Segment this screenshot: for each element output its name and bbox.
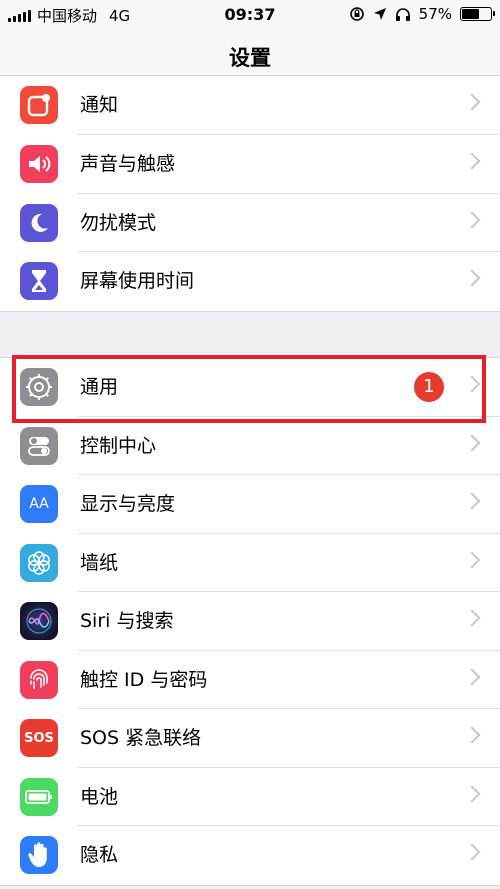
settings-row-label: 通用 (80, 376, 119, 398)
headphones-icon (395, 7, 410, 21)
settings-row-label: 隐私 (80, 844, 119, 866)
settings-row-privacy[interactable]: 隐私 (0, 826, 500, 885)
settings-row-siri-search[interactable]: Siri 与搜索 (0, 592, 500, 651)
chevron-right-icon (463, 551, 481, 568)
settings-group-1: 通知 声音与触感 勿扰模式 屏幕使用时间 (0, 75, 500, 312)
chevron-right-icon (463, 726, 481, 744)
sos-icon-glyph: SOS (24, 730, 54, 746)
page-title: 设置 (229, 46, 271, 70)
settings-row-label: SOS 紧急联络 (80, 727, 202, 749)
sos-icon: SOS (20, 719, 58, 757)
orientation-lock-icon (349, 7, 364, 21)
settings-row-emergency-sos[interactable]: SOS SOS 紧急联络 (0, 709, 500, 768)
chevron-right-icon (463, 609, 481, 627)
battery-percentage: 57% (418, 5, 452, 23)
chevron-right-icon (463, 211, 481, 228)
chevron-right-icon (463, 492, 481, 510)
settings-row-notifications[interactable]: 通知 (0, 76, 500, 135)
settings-group-2: 通用 1 控制中心 AA 显示与亮度 墙纸 Siri 与搜索 触控 ID 与密码… (0, 357, 500, 886)
chevron-right-icon (463, 375, 481, 393)
speaker-icon (20, 145, 58, 183)
hourglass-icon (20, 262, 58, 300)
fingerprint-icon (20, 660, 58, 699)
hand-icon (20, 836, 58, 874)
chevron-right-icon (463, 668, 481, 685)
settings-row-label: 勿扰模式 (80, 211, 157, 234)
settings-row-label: 电池 (80, 785, 119, 808)
notifications-icon (20, 86, 58, 124)
chevron-right-icon (463, 269, 481, 287)
moon-icon (20, 203, 58, 242)
settings-row-wallpaper[interactable]: 墙纸 (0, 534, 500, 592)
settings-row-touch-id-passcode[interactable]: 触控 ID 与密码 (0, 651, 500, 709)
settings-row-label: 墙纸 (80, 551, 119, 574)
settings-row-label: 通知 (80, 94, 119, 116)
settings-row-label: 控制中心 (80, 434, 157, 457)
settings-row-sounds[interactable]: 声音与触感 (0, 135, 500, 194)
settings-row-battery[interactable]: 电池 (0, 768, 500, 826)
settings-row-do-not-disturb[interactable]: 勿扰模式 (0, 194, 500, 252)
settings-row-screen-time[interactable]: 屏幕使用时间 (0, 252, 500, 311)
settings-row-display-brightness[interactable]: AA 显示与亮度 (0, 475, 500, 534)
location-arrow-icon (373, 8, 386, 20)
chevron-right-icon (463, 152, 481, 170)
display-icon-glyph: AA (29, 496, 49, 512)
chevron-right-icon (463, 93, 481, 111)
status-bar: 中国移动 4G 09:37 57% (0, 0, 500, 30)
battery-icon (460, 7, 495, 21)
settings-row-label: Siri 与搜索 (80, 610, 174, 632)
settings-row-label: 屏幕使用时间 (80, 270, 195, 292)
settings-row-control-center[interactable]: 控制中心 (0, 417, 500, 475)
siri-icon (20, 602, 58, 640)
toggles-icon (20, 426, 58, 465)
notification-badge: 1 (414, 372, 444, 402)
gear-icon (20, 368, 58, 406)
settings-row-label: 触控 ID 与密码 (80, 668, 208, 691)
chevron-right-icon (463, 785, 481, 802)
chevron-right-icon (463, 434, 481, 451)
battery-icon (20, 777, 58, 816)
settings-row-label: 显示与亮度 (80, 493, 176, 515)
settings-row-label: 声音与触感 (80, 153, 176, 175)
chevron-right-icon (463, 843, 481, 861)
settings-row-general[interactable]: 通用 1 (0, 358, 500, 417)
wallpaper-flower-icon (20, 543, 58, 582)
display-icon: AA (20, 485, 58, 523)
